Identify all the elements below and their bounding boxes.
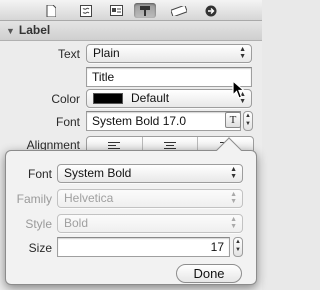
- family-value: Helvetica: [64, 191, 114, 205]
- font-size-stepper[interactable]: ▲ ▼: [243, 111, 253, 131]
- popover-font-label: Font: [27, 167, 52, 181]
- color-label: Color: [51, 92, 80, 106]
- size-stepper[interactable]: ▲ ▼: [233, 237, 243, 257]
- align-left-icon: [108, 140, 121, 151]
- done-button[interactable]: Done: [176, 264, 242, 283]
- color-swatch: [93, 93, 123, 104]
- text-label: Text: [57, 47, 80, 61]
- style-popup: Bold ▲ ▼: [57, 214, 243, 233]
- size-label: Size: [28, 241, 52, 255]
- title-text-field[interactable]: Title: [86, 67, 252, 87]
- size-field[interactable]: 17: [57, 237, 230, 257]
- quick-help-icon[interactable]: [78, 3, 94, 18]
- size-inspector-icon[interactable]: [171, 3, 187, 18]
- disclosure-triangle-icon[interactable]: ▼: [6, 26, 15, 36]
- font-value: System Bold 17.0: [92, 114, 187, 128]
- inspector-toolbar: [0, 0, 262, 21]
- connections-inspector-icon[interactable]: [203, 3, 219, 18]
- style-value: Bold: [64, 216, 89, 230]
- popover-font-popup[interactable]: System Bold ▲ ▼: [57, 164, 243, 183]
- title-text-value: Title: [92, 70, 115, 84]
- font-popover: Font System Bold ▲ ▼ Family Helvetica ▲ ▼ …: [5, 150, 257, 285]
- popup-arrows-icon: ▲ ▼: [230, 191, 237, 205]
- identity-inspector-icon[interactable]: [108, 3, 124, 18]
- font-field[interactable]: System Bold 17.0: [86, 111, 241, 131]
- style-label: Style: [25, 217, 52, 231]
- popup-arrows-icon: ▲ ▼: [230, 166, 237, 180]
- text-type-value: Plain: [93, 46, 120, 60]
- font-picker-button[interactable]: T: [225, 112, 241, 128]
- color-popup[interactable]: Default ▲ ▼: [86, 89, 252, 108]
- attributes-inspector-icon[interactable]: [134, 3, 156, 18]
- section-title: Label: [18, 23, 51, 37]
- label-section-header[interactable]: ▼ Label: [0, 21, 262, 41]
- popup-arrows-icon: ▲ ▼: [230, 216, 237, 230]
- popup-arrows-icon: ▲ ▼: [239, 46, 246, 60]
- size-value: 17: [210, 240, 224, 254]
- mouse-cursor-icon: [232, 80, 246, 99]
- font-label: Font: [55, 115, 80, 129]
- align-center-icon: [164, 140, 176, 151]
- family-label: Family: [16, 192, 52, 206]
- popover-font-value: System Bold: [64, 166, 132, 180]
- text-type-popup[interactable]: Plain ▲ ▼: [86, 44, 252, 63]
- font-picker-glyph: T: [229, 114, 237, 126]
- color-value: Default: [131, 91, 170, 105]
- done-label: Done: [193, 266, 225, 281]
- file-inspector-icon[interactable]: [43, 3, 59, 18]
- family-popup: Helvetica ▲ ▼: [57, 189, 243, 208]
